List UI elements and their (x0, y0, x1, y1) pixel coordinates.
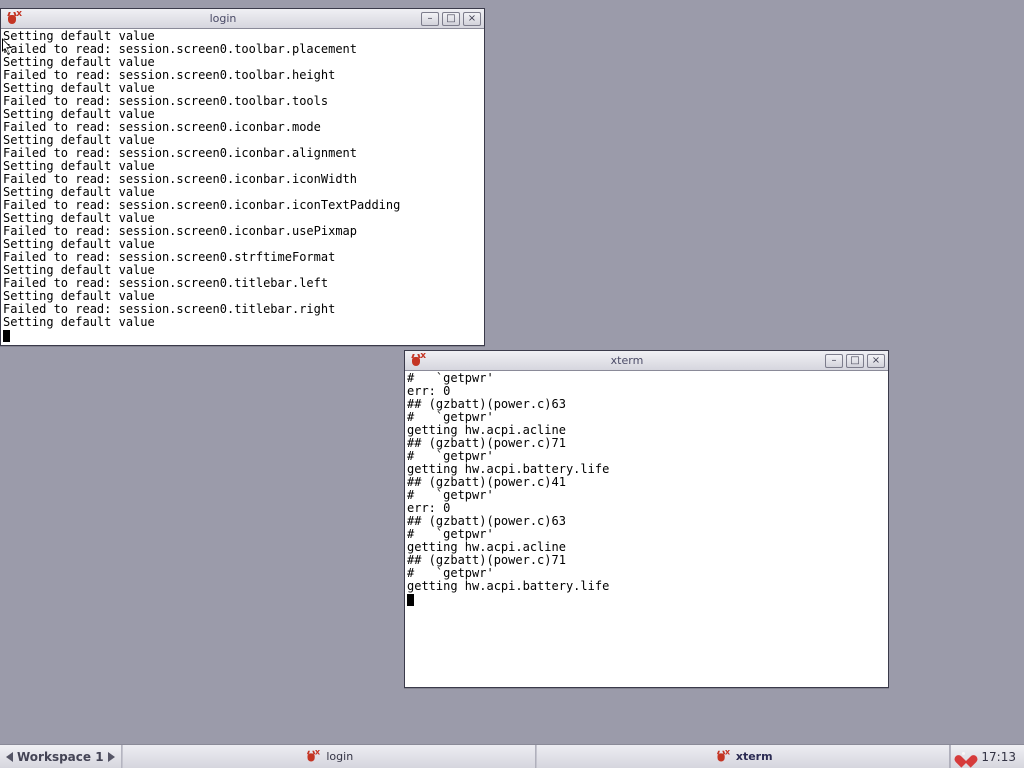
window-xterm[interactable]: xterm – □ × # `getpwr'err: 0## (gzbatt)(… (404, 350, 889, 688)
heart-icon[interactable] (959, 750, 973, 764)
task-button-login[interactable]: login (122, 745, 536, 768)
terminal-line: getting hw.acpi.battery.life (407, 580, 886, 593)
beastie-icon (5, 11, 21, 27)
terminal-line (3, 329, 482, 342)
workspace-next-icon[interactable] (108, 752, 115, 762)
terminal-login[interactable]: Setting default valueFailed to read: ses… (1, 29, 484, 345)
window-controls: – □ × (421, 12, 484, 26)
cursor-block-icon (407, 594, 414, 606)
minimize-button[interactable]: – (825, 354, 843, 368)
workspace-label: Workspace 1 (17, 750, 104, 764)
window-login[interactable]: login – □ × Setting default valueFailed … (0, 8, 485, 346)
terminal-line: # `getpwr' (407, 372, 886, 385)
close-button[interactable]: × (867, 354, 885, 368)
beastie-icon (304, 749, 320, 765)
taskbar: Workspace 1 login xterm 17:13 (0, 744, 1024, 768)
task-button-xterm[interactable]: xterm (536, 745, 950, 768)
maximize-button[interactable]: □ (846, 354, 864, 368)
terminal-line: Setting default value (3, 316, 482, 329)
terminal-line: # `getpwr' (407, 489, 886, 502)
workspace-prev-icon[interactable] (6, 752, 13, 762)
beastie-icon (409, 353, 425, 369)
system-tray: 17:13 (950, 745, 1024, 768)
taskbar-tasks: login xterm (122, 745, 951, 768)
window-controls: – □ × (825, 354, 888, 368)
minimize-button[interactable]: – (421, 12, 439, 26)
terminal-line (407, 593, 886, 606)
terminal-xterm[interactable]: # `getpwr'err: 0## (gzbatt)(power.c)63# … (405, 371, 888, 687)
maximize-button[interactable]: □ (442, 12, 460, 26)
titlebar-login[interactable]: login – □ × (1, 9, 484, 29)
close-button[interactable]: × (463, 12, 481, 26)
task-label: login (326, 750, 353, 763)
window-title: login (25, 12, 421, 25)
window-title: xterm (429, 354, 825, 367)
beastie-icon (714, 749, 730, 765)
workspace-switcher[interactable]: Workspace 1 (0, 745, 122, 768)
cursor-block-icon (3, 330, 10, 342)
titlebar-xterm[interactable]: xterm – □ × (405, 351, 888, 371)
task-label: xterm (736, 750, 773, 763)
clock: 17:13 (981, 750, 1016, 764)
